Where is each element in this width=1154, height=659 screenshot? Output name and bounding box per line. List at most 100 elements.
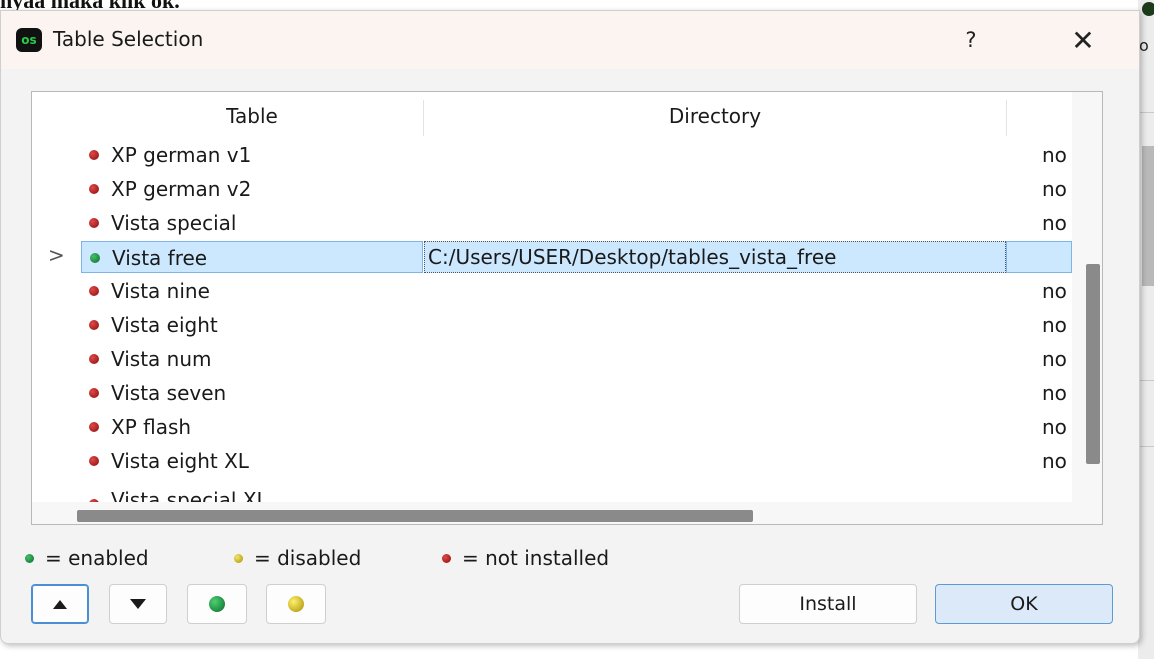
row-extra-cell[interactable]: no: [1006, 207, 1072, 239]
title-bar[interactable]: os Table Selection ? ✕: [1, 11, 1139, 69]
table-row[interactable]: > Vista free C:/Users/USER/Desktop/tables_…: [32, 241, 1072, 275]
move-down-button[interactable]: [109, 584, 167, 624]
row-extra-cell[interactable]: no: [1006, 343, 1072, 375]
green-dot-icon: [209, 596, 225, 612]
row-extra-cell[interactable]: no: [1006, 139, 1072, 171]
status-dot-icon: [89, 320, 99, 330]
row-directory-cell[interactable]: C:/Users/USER/Desktop/tables_vista_free: [424, 241, 1006, 273]
row-extra-cell[interactable]: no: [1006, 173, 1072, 205]
row-name-cell[interactable]: Vista eight: [81, 309, 423, 341]
row-name-cell[interactable]: Vista eight XL: [81, 445, 423, 477]
row-directory-cell[interactable]: [424, 377, 1006, 409]
table-row[interactable]: Vista seven no: [32, 377, 1072, 411]
background-icon: [1142, 2, 1154, 16]
red-dot-icon: [442, 554, 451, 563]
column-separator: [1006, 100, 1007, 136]
row-name-cell[interactable]: Vista num: [81, 343, 423, 375]
table-row[interactable]: XP german v1 no: [32, 139, 1072, 173]
install-button[interactable]: Install: [739, 584, 917, 624]
row-directory-cell[interactable]: [424, 173, 1006, 205]
row-name: XP german v1: [111, 143, 252, 167]
row-directory-cell[interactable]: [424, 139, 1006, 171]
background-divider: [1138, 446, 1154, 447]
legend-label: = not installed: [462, 546, 610, 570]
row-name-cell[interactable]: Vista seven: [81, 377, 423, 409]
row-directory-cell[interactable]: [424, 343, 1006, 375]
row-directory-cell[interactable]: [424, 445, 1006, 477]
row-extra-cell[interactable]: no: [1006, 275, 1072, 307]
dialog-title: Table Selection: [53, 27, 204, 51]
triangle-up-icon: [53, 599, 67, 609]
current-row-marker-icon: >: [48, 243, 65, 267]
row-extra-cell[interactable]: no: [1006, 445, 1072, 477]
status-dot-icon: [89, 150, 99, 160]
status-dot-icon: [89, 388, 99, 398]
table-row[interactable]: Vista special no: [32, 207, 1072, 241]
table-row[interactable]: Vista nine no: [32, 275, 1072, 309]
table-row[interactable]: Vista eight no: [32, 309, 1072, 343]
row-directory-cell[interactable]: [424, 207, 1006, 239]
enable-button[interactable]: [187, 584, 247, 624]
table-header: Table Directory: [32, 92, 1072, 139]
table-row[interactable]: Vista eight XL no: [32, 445, 1072, 479]
row-directory-cell[interactable]: [424, 411, 1006, 443]
row-name-cell[interactable]: Vista special: [81, 207, 423, 239]
column-header-table[interactable]: Table: [81, 92, 423, 139]
row-name: Vista eight: [111, 313, 218, 337]
status-dot-icon: [89, 422, 99, 432]
row-directory-cell[interactable]: [424, 275, 1006, 307]
help-button[interactable]: ?: [951, 23, 991, 57]
legend-label: = disabled: [254, 546, 362, 570]
row-extra-cell[interactable]: no: [1006, 411, 1072, 443]
row-status: no: [1042, 177, 1067, 201]
background-divider: [1138, 380, 1154, 381]
row-directory-cell[interactable]: [424, 309, 1006, 341]
row-name: XP german v2: [111, 177, 252, 201]
legend-label: = enabled: [45, 546, 149, 570]
row-extra-cell[interactable]: no: [1006, 377, 1072, 409]
row-name: Vista special: [111, 211, 237, 235]
close-button[interactable]: ✕: [1061, 21, 1105, 59]
row-status: no: [1042, 449, 1067, 473]
status-dot-icon: [89, 184, 99, 194]
row-name-cell[interactable]: Vista nine: [81, 275, 423, 307]
horizontal-scrollbar-thumb[interactable]: [77, 510, 753, 522]
vertical-scrollbar-thumb[interactable]: [1086, 264, 1100, 464]
table-row[interactable]: Vista num no: [32, 343, 1072, 377]
green-dot-icon: [25, 554, 34, 563]
row-name: Vista seven: [111, 381, 227, 405]
row-status: no: [1042, 415, 1067, 439]
row-extra-cell[interactable]: no: [1006, 309, 1072, 341]
row-status: no: [1042, 347, 1067, 371]
yellow-dot-icon: [288, 596, 304, 612]
row-name: Vista eight XL: [111, 449, 249, 473]
table-row[interactable]: XP german v2 no: [32, 173, 1072, 207]
row-status: no: [1042, 143, 1067, 167]
row-extra-cell[interactable]: [1006, 241, 1072, 273]
table-row[interactable]: XP flash no: [32, 411, 1072, 445]
status-dot-icon: [89, 218, 99, 228]
background-edge-letter: o: [1139, 36, 1149, 55]
move-up-button[interactable]: [31, 584, 89, 624]
yellow-dot-icon: [234, 554, 243, 563]
table-list-view[interactable]: Table Directory XP german v1 no XP german …: [31, 91, 1103, 525]
disable-button[interactable]: [266, 584, 326, 624]
row-name: Vista nine: [111, 279, 210, 303]
column-header-directory[interactable]: Directory: [424, 92, 1006, 139]
status-dot-icon: [90, 253, 100, 263]
row-name-cell[interactable]: XP flash: [81, 411, 423, 443]
ok-button[interactable]: OK: [935, 584, 1113, 624]
row-status: no: [1042, 381, 1067, 405]
row-name-cell[interactable]: XP german v2: [81, 173, 423, 205]
row-status: no: [1042, 211, 1067, 235]
row-status: no: [1042, 313, 1067, 337]
row-name-cell[interactable]: Vista free: [81, 241, 423, 273]
row-name: XP flash: [111, 415, 192, 439]
row-name-cell[interactable]: XP german v1: [81, 139, 423, 171]
background-window-edge: o: [1138, 0, 1154, 659]
background-scrollbar: [1142, 146, 1154, 286]
status-dot-icon: [89, 286, 99, 296]
table-row-partial[interactable]: Vista special XL: [81, 484, 381, 502]
background-divider: [1138, 112, 1154, 113]
row-name: Vista num: [111, 347, 212, 371]
